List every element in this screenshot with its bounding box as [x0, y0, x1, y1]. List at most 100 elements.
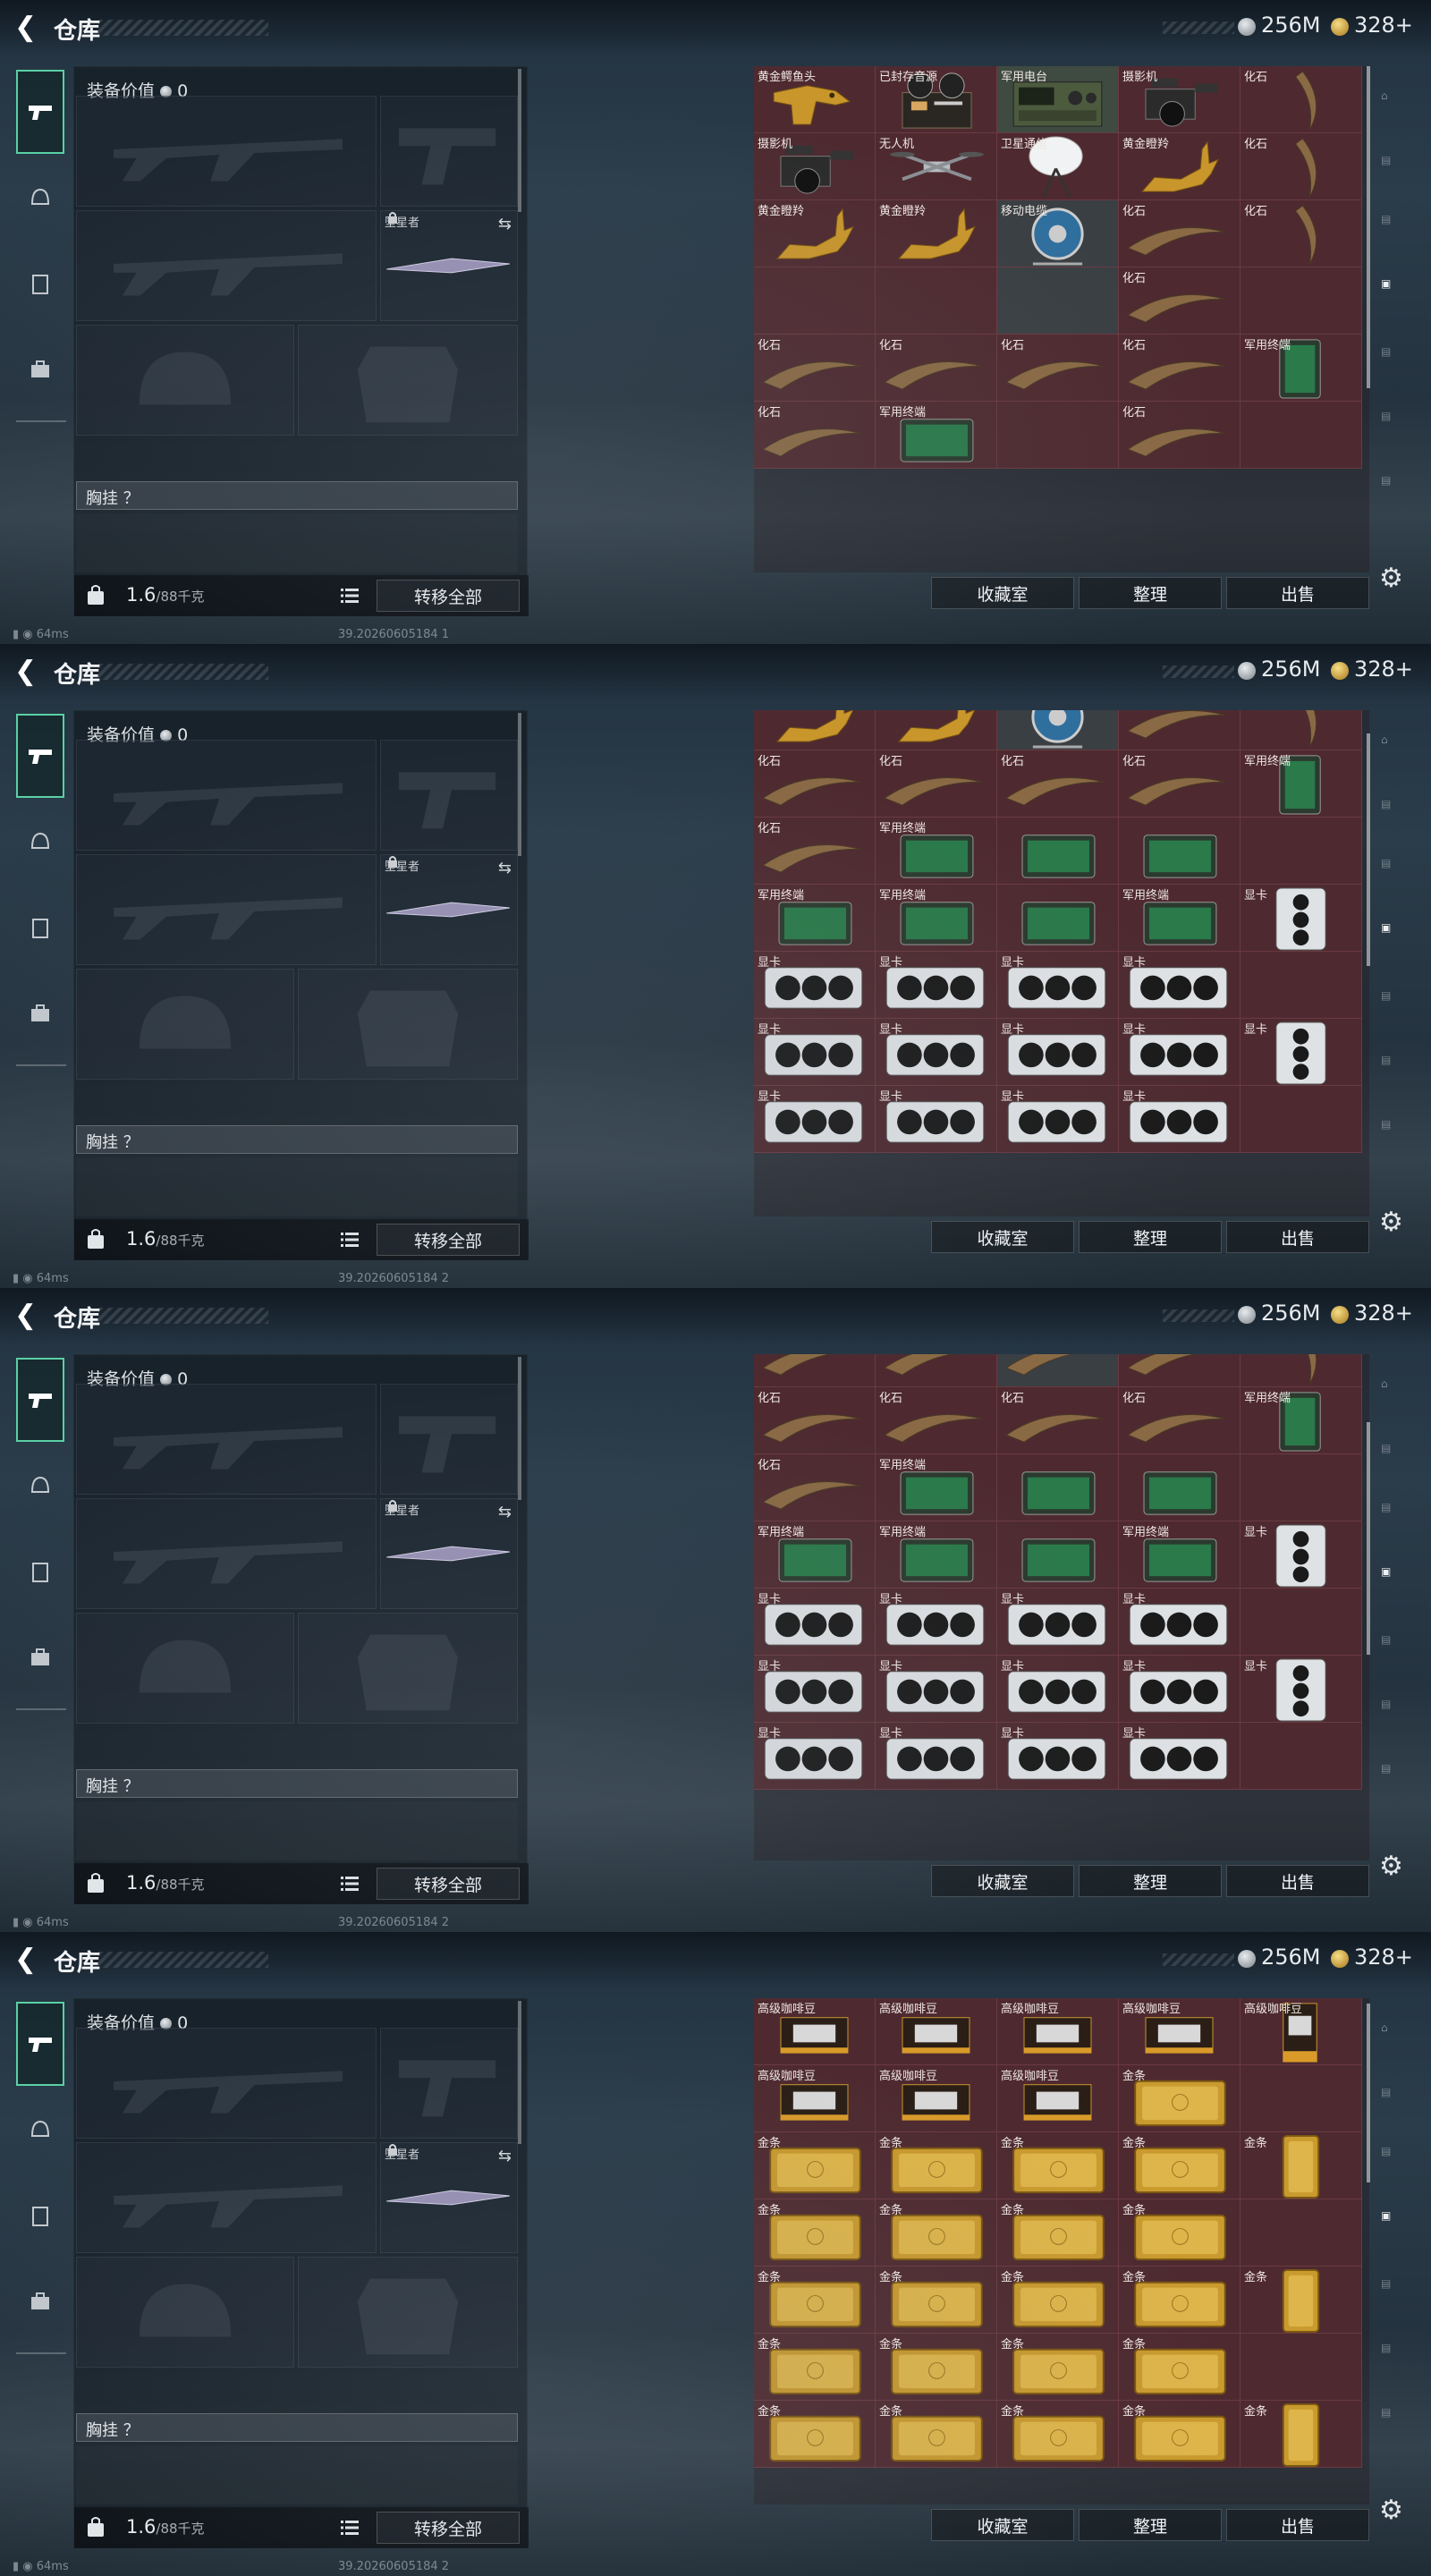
pistol-slot[interactable] — [380, 96, 518, 207]
item-cell[interactable]: 卫星通信 — [997, 133, 1119, 200]
item-cell[interactable]: 化石 — [1119, 710, 1240, 750]
transfer-all-button[interactable]: 转移全部 — [377, 580, 520, 612]
item-cell[interactable]: 化石 — [876, 335, 997, 402]
tab-weapons[interactable] — [16, 70, 64, 154]
item-cell[interactable]: 化石 — [997, 335, 1119, 402]
item-cell[interactable]: 黄金瞪羚 — [1119, 133, 1240, 200]
item-cell[interactable]: 金条 — [997, 2199, 1119, 2267]
gold-currency[interactable]: 328+ — [1354, 1945, 1413, 1970]
warehouse-scrollbar[interactable] — [1367, 2004, 1370, 2182]
item-cell[interactable]: 黄金瞪羚 — [754, 200, 876, 267]
item-cell[interactable]: 高级咖啡豆 — [997, 2065, 1119, 2132]
storage-tab-home-icon[interactable]: ⌂ — [1381, 2021, 1420, 2057]
item-cell[interactable] — [876, 1354, 997, 1387]
primary-weapon-slot-2[interactable] — [76, 210, 377, 321]
gear-icon[interactable]: ⚙ — [1379, 1853, 1406, 1880]
organize-button[interactable]: 整理 — [1079, 1221, 1222, 1253]
storage-tab-3-icon[interactable]: ▤ — [1381, 345, 1420, 381]
chest-rig-slot[interactable] — [76, 1157, 518, 1216]
item-cell[interactable]: 显卡 — [1240, 1521, 1362, 1589]
swap-icon[interactable]: ⇆ — [498, 215, 512, 233]
item-cell[interactable]: 显卡 — [1240, 885, 1362, 952]
item-cell[interactable]: 金条 — [876, 2334, 997, 2401]
melee-slot[interactable]: 坠星者 ⇆ — [380, 210, 518, 321]
item-cell[interactable]: 高级咖啡豆 — [754, 2065, 876, 2132]
item-cell[interactable]: 化石 — [1119, 335, 1240, 402]
item-cell[interactable] — [997, 1454, 1119, 1521]
item-cell[interactable]: 化石 — [1240, 200, 1362, 267]
tab-rig[interactable] — [16, 242, 64, 326]
item-cell[interactable]: 高级咖啡豆 — [876, 1998, 997, 2065]
item-cell[interactable]: 金条 — [754, 2334, 876, 2401]
item-cell[interactable]: 显卡 — [1119, 1723, 1240, 1790]
item-cell[interactable]: 高级咖啡豆 — [876, 2065, 997, 2132]
item-cell[interactable]: 化石 — [876, 750, 997, 818]
item-cell[interactable]: 显卡 — [997, 1589, 1119, 1656]
item-cell[interactable] — [876, 710, 997, 750]
storage-tab-5-icon[interactable]: ▤ — [1381, 2406, 1420, 2442]
item-cell[interactable] — [754, 710, 876, 750]
armor-slot[interactable] — [298, 1613, 518, 1724]
storage-tab-home-icon[interactable]: ⌂ — [1381, 1377, 1420, 1413]
item-cell[interactable] — [1119, 1354, 1240, 1387]
item-cell[interactable] — [754, 267, 876, 335]
item-cell[interactable]: 显卡 — [1240, 1656, 1362, 1723]
collection-room-button[interactable]: 收藏室 — [931, 1221, 1074, 1253]
item-cell[interactable]: 移动电缆 — [997, 200, 1119, 267]
item-cell[interactable]: 高级咖啡豆 — [1119, 1998, 1240, 2065]
item-cell[interactable]: 摄影机 — [1119, 66, 1240, 133]
primary-weapon-slot-1[interactable] — [76, 1384, 377, 1495]
storage-tab-4-icon[interactable]: ▤ — [1381, 2342, 1420, 2377]
warehouse-scrollbar[interactable] — [1367, 1422, 1370, 1655]
item-cell[interactable]: 金条 — [1240, 2401, 1362, 2468]
warehouse-scrollbar[interactable] — [1367, 66, 1370, 388]
helmet-slot[interactable] — [76, 969, 294, 1080]
transfer-all-button[interactable]: 转移全部 — [377, 1224, 520, 1256]
gear-icon[interactable]: ⚙ — [1379, 565, 1406, 592]
item-cell[interactable]: 金条 — [754, 2267, 876, 2334]
item-cell[interactable]: 无人机 — [876, 133, 997, 200]
item-cell[interactable] — [1240, 818, 1362, 885]
item-cell[interactable] — [1240, 952, 1362, 1019]
chevron-left-icon[interactable]: ❮ — [14, 1946, 38, 1973]
item-cell[interactable]: 军用终端 — [876, 1454, 997, 1521]
primary-weapon-slot-2[interactable] — [76, 2142, 377, 2253]
storage-tab-active-icon[interactable]: ▣ — [1381, 277, 1420, 313]
item-cell[interactable]: 化石 — [754, 1387, 876, 1454]
item-cell[interactable]: 金条 — [1119, 2199, 1240, 2267]
item-cell[interactable]: 军用终端 — [1240, 335, 1362, 402]
item-cell[interactable]: 金条 — [997, 2334, 1119, 2401]
item-cell[interactable] — [1240, 1723, 1362, 1790]
item-cell[interactable]: 金条 — [1240, 2267, 1362, 2334]
item-cell[interactable]: 显卡 — [1240, 1019, 1362, 1086]
item-cell[interactable]: 金条 — [1240, 2132, 1362, 2199]
chest-rig-bar[interactable]: 胸挂 ？ — [76, 1769, 518, 1798]
sell-button[interactable]: 出售 — [1226, 1221, 1369, 1253]
item-cell[interactable] — [1240, 2334, 1362, 2401]
item-cell[interactable] — [1119, 1454, 1240, 1521]
item-cell[interactable]: 金条 — [997, 2132, 1119, 2199]
item-cell[interactable]: 金条 — [1119, 2401, 1240, 2468]
item-cell[interactable]: 军用终端 — [754, 1521, 876, 1589]
item-cell[interactable]: 高级咖啡豆 — [997, 1998, 1119, 2065]
item-cell[interactable]: 显卡 — [1119, 1656, 1240, 1723]
storage-tab-1-icon[interactable]: ▤ — [1381, 2086, 1420, 2122]
item-cell[interactable]: 化石 — [754, 750, 876, 818]
warehouse-scrollbar[interactable] — [1367, 733, 1370, 966]
item-cell[interactable] — [997, 1521, 1119, 1589]
storage-tab-active-icon[interactable]: ▣ — [1381, 2209, 1420, 2245]
item-cell[interactable]: 金条 — [1119, 2065, 1240, 2132]
chest-rig-slot[interactable] — [76, 513, 518, 572]
item-cell[interactable] — [997, 1354, 1119, 1387]
item-cell[interactable] — [1240, 1086, 1362, 1153]
item-cell[interactable]: 显卡 — [1119, 1086, 1240, 1153]
primary-weapon-slot-1[interactable] — [76, 2028, 377, 2139]
item-cell[interactable]: 高级咖啡豆 — [1240, 1998, 1362, 2065]
organize-button[interactable]: 整理 — [1079, 1865, 1222, 1897]
item-cell[interactable]: 金条 — [1119, 2267, 1240, 2334]
gold-currency[interactable]: 328+ — [1354, 657, 1413, 682]
item-cell[interactable]: 显卡 — [997, 1723, 1119, 1790]
equipment-scrollbar[interactable] — [518, 69, 521, 212]
helmet-slot[interactable] — [76, 1613, 294, 1724]
sell-button[interactable]: 出售 — [1226, 577, 1369, 609]
